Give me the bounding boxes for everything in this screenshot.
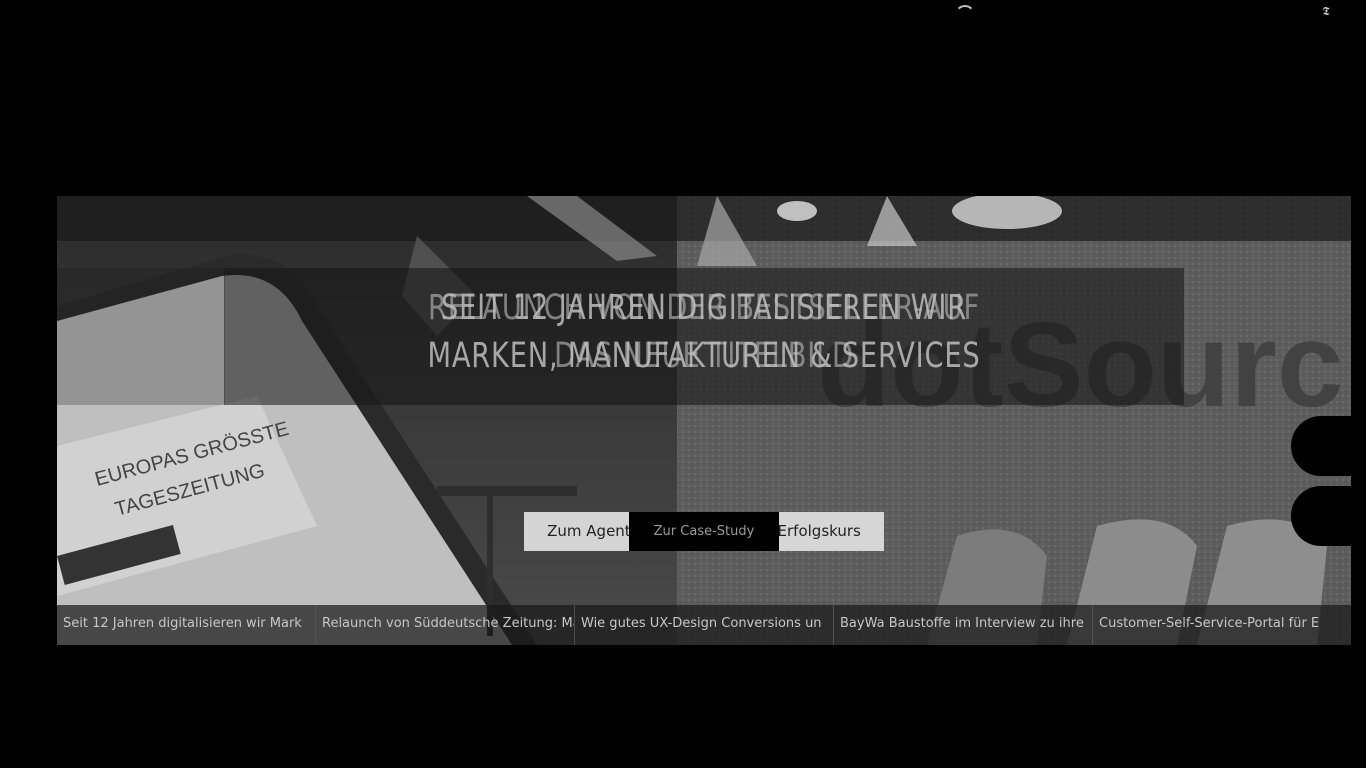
- slide-headline-line1: SEIT 12 JAHREN DIGITALISIEREN WIR: [441, 288, 967, 328]
- hero-slider: dotSourc EUROPAS GRÖSSTE TAGESZEITUNG RE…: [57, 196, 1351, 645]
- loading-spinner-icon: [955, 5, 975, 25]
- hero-background-image: dotSourc EUROPAS GRÖSSTE TAGESZEITUNG: [57, 196, 1351, 645]
- slider-tab[interactable]: Relaunch von Süddeutsche Zeitung: Mage: [316, 605, 575, 645]
- slider-side-button[interactable]: [1291, 486, 1351, 546]
- slide-headline: SEIT 12 JAHREN DIGITALISIEREN WIR MARKEN…: [330, 284, 1079, 380]
- page: 𝕿 EUROPAS GRÖSSTE TAGESZEITUNG RELAUNCH …: [0, 0, 1366, 768]
- site-logo-icon[interactable]: 𝕿: [1318, 3, 1334, 19]
- slider-tab-strip: Seit 12 Jahren digitalisieren wir Mark R…: [57, 605, 1351, 645]
- headline-overlay-left: [57, 268, 225, 405]
- slide-headline-line2: MARKEN, MANUFAKTUREN & SERVICES: [427, 336, 981, 376]
- slider-tab[interactable]: BayWa Baustoffe im Interview zu ihre: [834, 605, 1093, 645]
- slider-tab[interactable]: Seit 12 Jahren digitalisieren wir Mark: [57, 605, 316, 645]
- slider-tab[interactable]: Wie gutes UX-Design Conversions un: [575, 605, 834, 645]
- slider-tab[interactable]: Customer-Self-Service-Portal für E: [1093, 605, 1351, 645]
- case-study-button[interactable]: Zur Case-Study: [629, 512, 779, 551]
- slider-next-button[interactable]: [1291, 416, 1351, 476]
